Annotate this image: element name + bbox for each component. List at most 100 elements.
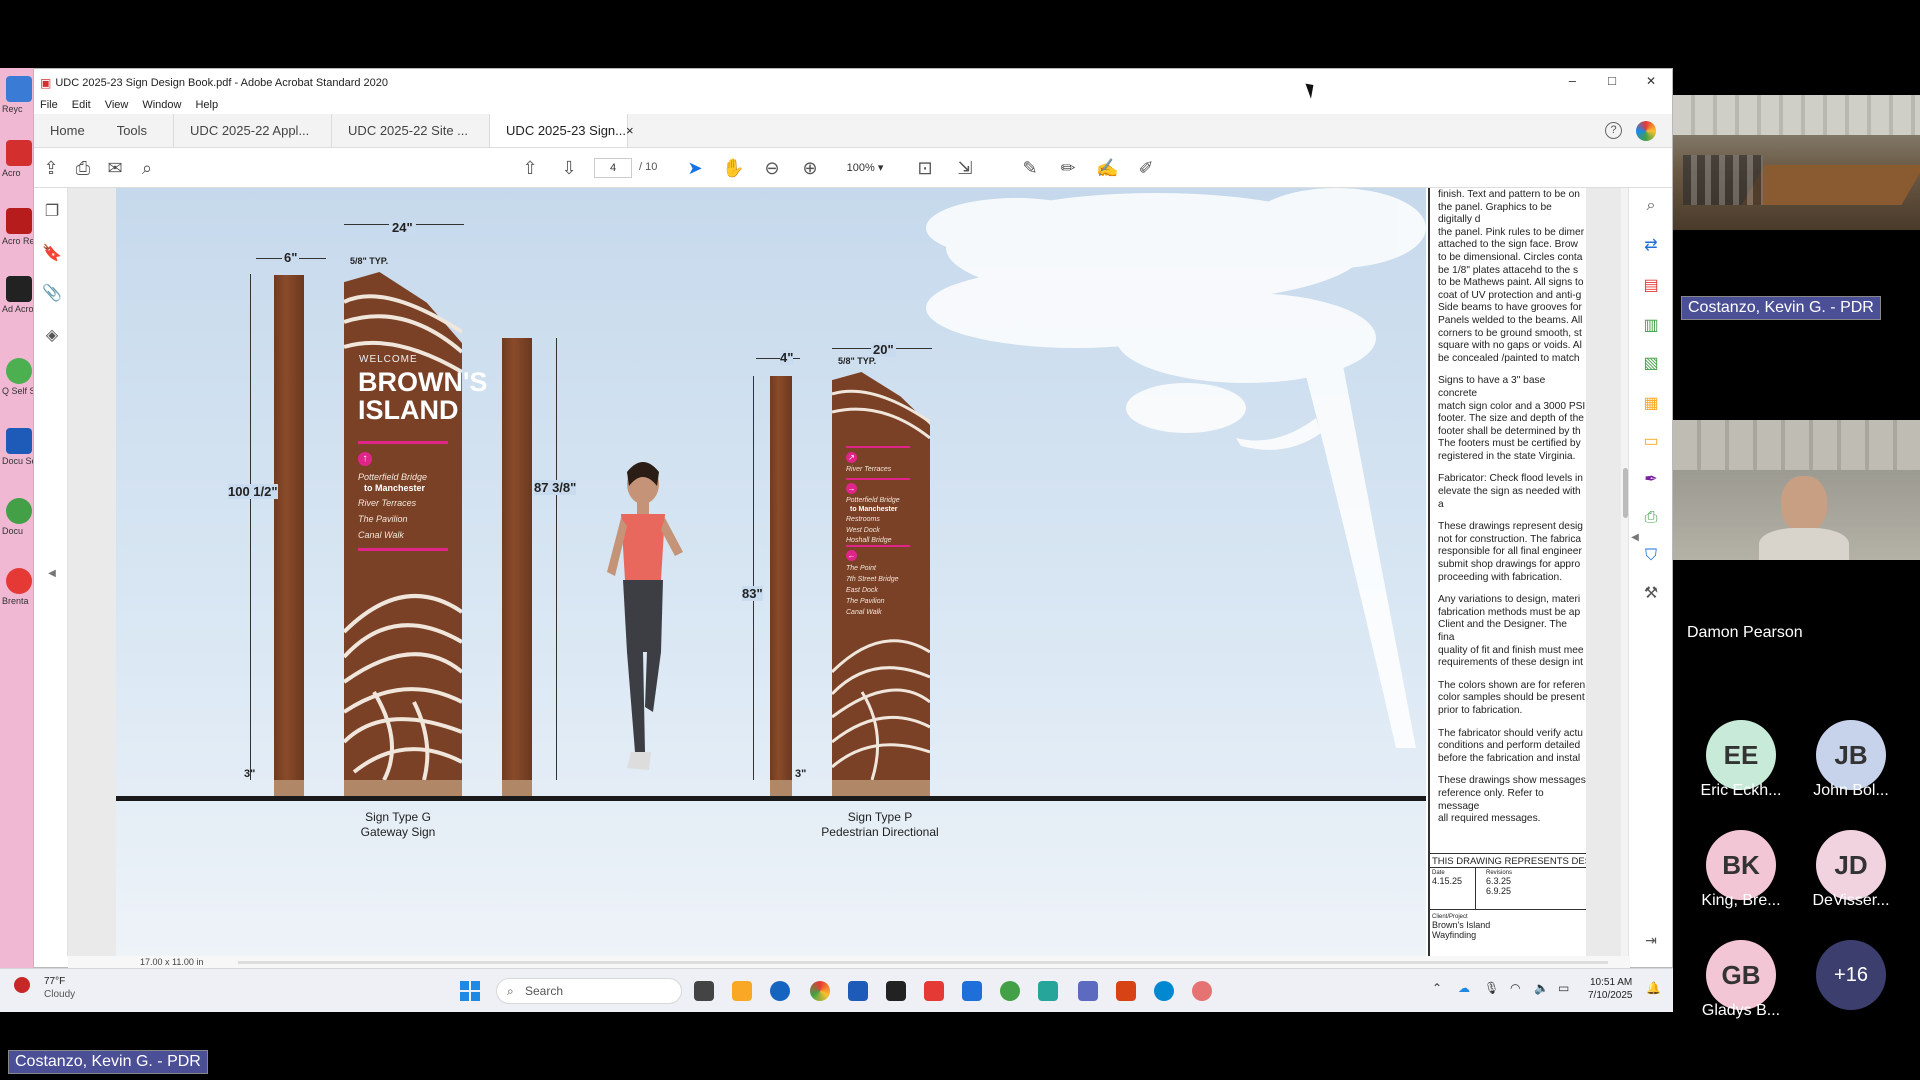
bookmark-icon[interactable]: 🔖 — [42, 244, 62, 264]
help-icon[interactable]: ? — [1605, 122, 1622, 139]
participant-avatar[interactable]: BK — [1706, 830, 1776, 900]
zoom-search-icon[interactable]: ⌕ — [136, 157, 158, 179]
account-avatar-icon[interactable] — [1636, 121, 1656, 141]
close-button[interactable]: ✕ — [1646, 74, 1656, 88]
export-pdf-icon[interactable]: ⇄ — [1641, 236, 1661, 256]
taskbar-search[interactable]: ⌕ Search — [496, 978, 682, 1004]
participant-avatar[interactable]: GB — [1706, 940, 1776, 1010]
protect-icon[interactable]: ⛉ — [1641, 546, 1661, 566]
comment-tool-icon[interactable]: ▭ — [1641, 432, 1661, 452]
task-view-icon[interactable] — [694, 981, 714, 1001]
adobe-acrobat-icon[interactable] — [6, 276, 32, 302]
participant-avatar[interactable]: JD — [1816, 830, 1886, 900]
volume-icon[interactable]: 🔈 — [1534, 981, 1549, 995]
zoom-level-select[interactable]: 100% ▾ — [834, 158, 896, 178]
tab-tools[interactable]: Tools — [101, 114, 175, 147]
note-paragraph: These drawings represent desig not for c… — [1438, 521, 1583, 583]
zoom-in-icon[interactable]: ⊕ — [799, 157, 821, 179]
fit-page-icon[interactable]: ⊡ — [914, 157, 936, 179]
fill-sign-icon[interactable]: ✐ — [1135, 157, 1157, 179]
speaker-body — [1759, 528, 1849, 560]
menu-file[interactable]: File — [40, 99, 58, 111]
edge-icon[interactable] — [1154, 981, 1174, 1001]
app-icon[interactable] — [770, 981, 790, 1001]
wifi-icon[interactable]: ◠ — [1510, 981, 1520, 995]
weather-alert-icon[interactable] — [14, 977, 30, 993]
sign-g-title-line-1: BROWN'S — [358, 367, 488, 397]
maximize-button[interactable]: □ — [1608, 73, 1616, 88]
combine-files-icon[interactable]: ▦ — [1641, 394, 1661, 414]
zoom-out-icon[interactable]: ⊖ — [761, 157, 783, 179]
menu-window[interactable]: Window — [142, 99, 181, 111]
organize-pages-icon[interactable]: ▧ — [1641, 354, 1661, 374]
layers-icon[interactable]: ◈ — [42, 326, 62, 346]
notification-icon[interactable]: 🔔 — [1646, 981, 1661, 995]
app-icon[interactable] — [1038, 981, 1058, 1001]
tab-home[interactable]: Home — [34, 114, 101, 147]
more-participants-button[interactable]: +16 — [1816, 940, 1886, 1010]
rsa-icon[interactable] — [924, 981, 944, 1001]
right-tools-rail: ⌕ ⇄ ▤ ▥ ▧ ▦ ▭ ✒ ⎙ ⛉ ⚒ ◀ ⇥ — [1628, 188, 1672, 956]
menu-edit[interactable]: Edit — [72, 99, 91, 111]
send-for-review-icon[interactable]: ⎙ — [1641, 508, 1661, 528]
desktop-label: Q Self S — [2, 386, 36, 396]
recycle-bin-icon[interactable] — [6, 76, 32, 102]
email-icon[interactable]: ✉ — [104, 157, 126, 179]
teams-icon[interactable] — [1078, 981, 1098, 1001]
acrobat-reader-icon[interactable] — [6, 208, 32, 234]
select-cursor-icon[interactable]: ➤ — [684, 157, 706, 179]
highlight-icon[interactable]: ✏ — [1057, 157, 1079, 179]
previous-page-icon[interactable]: ⇧ — [519, 157, 541, 179]
acrobat-icon[interactable] — [6, 140, 32, 166]
collapse-right-panel-icon[interactable]: ◀ — [1625, 528, 1645, 548]
page-number-input[interactable]: 4 — [594, 158, 632, 178]
hand-tool-icon[interactable]: ✋ — [722, 157, 744, 179]
microphone-muted-icon[interactable]: 🎙 — [1484, 981, 1499, 995]
collapse-left-panel-icon[interactable]: ◀ — [42, 564, 62, 584]
app-icon[interactable] — [1000, 981, 1020, 1001]
search-icon[interactable]: ⌕ — [1641, 196, 1661, 216]
outlook-icon[interactable] — [962, 981, 982, 1001]
conference-room-video[interactable] — [1673, 95, 1920, 230]
participant-avatar[interactable]: EE — [1706, 720, 1776, 790]
next-page-icon[interactable]: ⇩ — [558, 157, 580, 179]
more-tools-icon[interactable]: ⚒ — [1641, 584, 1661, 604]
comment-icon[interactable]: ✎ — [1019, 157, 1041, 179]
chrome-app-icon[interactable] — [6, 358, 32, 384]
word-icon[interactable] — [848, 981, 868, 1001]
scroll-mode-icon[interactable]: ⇲ — [954, 157, 976, 179]
onedrive-icon[interactable]: ☁ — [1458, 981, 1470, 995]
weather-condition: Cloudy — [44, 989, 76, 1000]
tab-close-icon[interactable]: × — [626, 123, 634, 138]
create-pdf-icon[interactable]: ▤ — [1641, 276, 1661, 296]
powerpoint-icon[interactable] — [1116, 981, 1136, 1001]
fill-and-sign-icon[interactable]: ✒ — [1641, 470, 1661, 490]
expand-panel-icon[interactable]: ⇥ — [1641, 930, 1661, 950]
menu-help[interactable]: Help — [195, 99, 218, 111]
chrome-icon[interactable] — [810, 981, 830, 1001]
print-icon[interactable]: ⎙ — [72, 157, 94, 179]
chrome-profile-icon[interactable] — [1192, 981, 1212, 1001]
arrow-left-icon: ← — [846, 550, 857, 561]
acrobat-taskbar-icon[interactable] — [886, 981, 906, 1001]
chrome-app-icon[interactable] — [6, 568, 32, 594]
word-icon[interactable] — [6, 428, 32, 454]
minimize-button[interactable]: – — [1569, 73, 1576, 88]
page-thumbnails-icon[interactable]: ❐ — [42, 202, 62, 222]
attachment-icon[interactable]: 📎 — [42, 284, 62, 304]
edit-pdf-icon[interactable]: ▥ — [1641, 316, 1661, 336]
tab-document-2[interactable]: UDC 2025-22 Site ... — [332, 114, 491, 147]
tab-document-3[interactable]: UDC 2025-23 Sign... × — [490, 114, 634, 147]
file-explorer-icon[interactable] — [732, 981, 752, 1001]
tab-document-1[interactable]: UDC 2025-22 Appl... — [174, 114, 333, 147]
chevron-up-icon[interactable]: ⌃ — [1432, 981, 1442, 995]
horizontal-scrollbar[interactable] — [238, 961, 1608, 964]
speaker-video[interactable] — [1673, 420, 1920, 560]
upload-icon[interactable]: ⇪ — [40, 157, 62, 179]
participant-avatar[interactable]: JB — [1816, 720, 1886, 790]
menu-view[interactable]: View — [105, 99, 129, 111]
windows-start-icon[interactable] — [460, 981, 480, 1001]
battery-icon[interactable]: ▭ — [1558, 981, 1569, 995]
sign-icon[interactable]: ✍ — [1096, 157, 1118, 179]
chrome-app-icon[interactable] — [6, 498, 32, 524]
